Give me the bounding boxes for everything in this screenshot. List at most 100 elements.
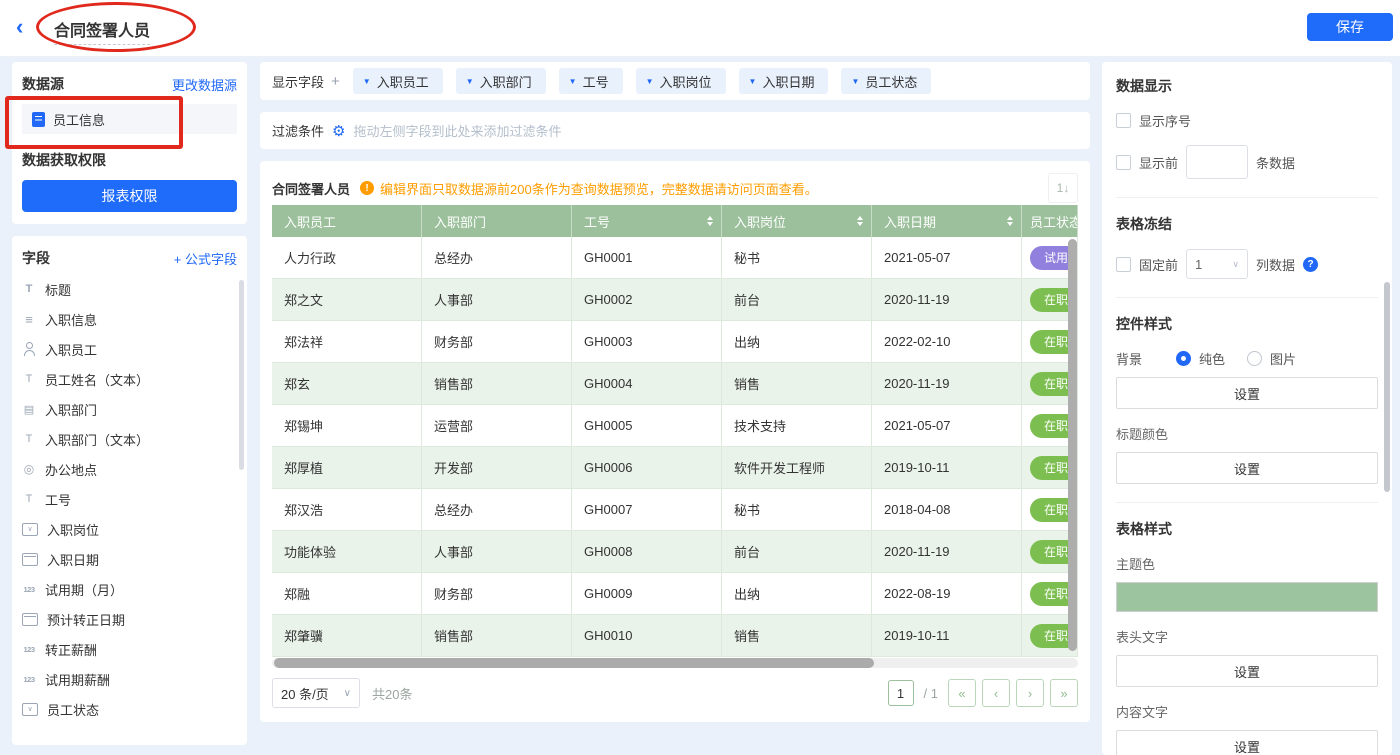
chip-label: 入职员工	[377, 72, 429, 91]
display-field-chip[interactable]: ▼工号	[559, 68, 623, 94]
field-item-onboard-date[interactable]: 入职日期	[22, 544, 237, 574]
change-datasource-link[interactable]: 更改数据源	[172, 75, 237, 94]
chevron-down-icon: ▼	[466, 77, 474, 86]
sort-order-button[interactable]: 1↓	[1048, 173, 1078, 203]
display-field-chip[interactable]: ▼入职员工	[353, 68, 443, 94]
divider	[1116, 502, 1378, 503]
freeze-checkbox[interactable]	[1116, 257, 1131, 272]
title-color-label: 标题颜色	[1116, 424, 1378, 443]
select-icon	[22, 523, 38, 536]
table-row[interactable]: 郑法祥 财务部 GH0003 出纳 2022-02-10 在职	[272, 321, 1078, 363]
table-row[interactable]: 郑融 财务部 GH0009 出纳 2022-08-19 在职	[272, 573, 1078, 615]
field-item-onboard-employee[interactable]: 入职员工	[22, 334, 237, 364]
fields-panel: 字段 + 公式字段 标题 入职信息 入职员工 员工姓名（文本） 入职部门 入职部…	[12, 236, 247, 745]
field-item-office-location[interactable]: 办公地点	[22, 454, 237, 484]
show-index-checkbox[interactable]	[1116, 113, 1131, 128]
filter-dropzone-placeholder[interactable]: 拖动左侧字段到此处来添加过滤条件	[353, 121, 561, 140]
table-row[interactable]: 郑锡坤 运营部 GH0005 技术支持 2021-05-07 在职	[272, 405, 1078, 447]
display-field-chip[interactable]: ▼入职部门	[456, 68, 546, 94]
top-count-input[interactable]	[1186, 145, 1248, 179]
display-field-chip[interactable]: ▼入职岗位	[636, 68, 726, 94]
field-item-regular-salary[interactable]: 转正薪酬	[22, 634, 237, 664]
freeze-suffix: 列数据	[1256, 255, 1295, 274]
add-formula-field-link[interactable]: + 公式字段	[174, 249, 237, 268]
table-vertical-scrollbar[interactable]	[1068, 239, 1077, 651]
chip-label: 工号	[583, 72, 609, 91]
datasource-item-employee-info[interactable]: 员工信息	[22, 104, 237, 134]
theme-color-label: 主题色	[1116, 554, 1378, 573]
page-size-select[interactable]: 20 条/页 ∨	[272, 678, 360, 708]
column-header[interactable]: 员工状态	[1022, 205, 1078, 237]
pagination-bar: 20 条/页 ∨ 共20条 1 / 1 « ‹ › »	[272, 677, 1078, 709]
background-label: 背景	[1116, 349, 1168, 368]
cell-no: GH0006	[572, 447, 722, 489]
image-radio[interactable]	[1247, 351, 1262, 366]
current-page-box[interactable]: 1	[888, 680, 914, 706]
theme-color-swatch[interactable]	[1116, 582, 1378, 612]
sort-icon[interactable]	[857, 216, 863, 226]
gear-icon[interactable]: ⚙	[332, 122, 345, 140]
content-text-set-button[interactable]: 设置	[1116, 730, 1378, 755]
field-item-expected-regular-date[interactable]: 预计转正日期	[22, 604, 237, 634]
field-item-employee-status[interactable]: 员工状态	[22, 694, 237, 724]
display-field-chip[interactable]: ▼员工状态	[841, 68, 931, 94]
solid-color-radio[interactable]	[1176, 351, 1191, 366]
fields-scrollbar[interactable]	[239, 280, 244, 470]
next-page-button[interactable]: ›	[1016, 679, 1044, 707]
freeze-count-select[interactable]: 1 ∨	[1186, 249, 1248, 279]
field-item-title[interactable]: 标题	[22, 274, 237, 304]
show-top-checkbox[interactable]	[1116, 155, 1131, 170]
field-item-job-number[interactable]: 工号	[22, 484, 237, 514]
table-row[interactable]: 郑之文 人事部 GH0002 前台 2020-11-19 在职	[272, 279, 1078, 321]
table-row[interactable]: 人力行政 总经办 GH0001 秘书 2021-05-07 试用期	[272, 237, 1078, 279]
filter-bar: 过滤条件 ⚙ 拖动左侧字段到此处来添加过滤条件	[260, 112, 1090, 149]
add-display-field-icon[interactable]: +	[331, 73, 340, 90]
cell-date: 2020-11-19	[872, 363, 1022, 405]
cell-name: 郑肇骥	[272, 615, 422, 657]
header-text-set-button[interactable]: 设置	[1116, 655, 1378, 687]
chip-label: 入职日期	[762, 72, 814, 91]
title-color-set-button[interactable]: 设置	[1116, 452, 1378, 484]
prev-page-button[interactable]: ‹	[982, 679, 1010, 707]
field-item-onboard-post[interactable]: 入职岗位	[22, 514, 237, 544]
back-icon[interactable]: ‹	[16, 13, 23, 41]
cell-dept: 总经办	[422, 489, 572, 531]
cell-dept: 人事部	[422, 279, 572, 321]
column-header[interactable]: 入职岗位	[722, 205, 872, 237]
field-item-onboard-dept-text[interactable]: 入职部门（文本）	[22, 424, 237, 454]
department-icon	[22, 402, 36, 416]
field-item-onboard-dept[interactable]: 入职部门	[22, 394, 237, 424]
background-set-button[interactable]: 设置	[1116, 377, 1378, 409]
first-page-button[interactable]: «	[948, 679, 976, 707]
field-item-trial-months[interactable]: 试用期（月）	[22, 574, 237, 604]
column-header[interactable]: 入职员工	[272, 205, 422, 237]
column-header[interactable]: 入职部门	[422, 205, 572, 237]
field-item-employee-name-text[interactable]: 员工姓名（文本）	[22, 364, 237, 394]
sort-icon[interactable]	[1007, 216, 1013, 226]
display-fields-label: 显示字段	[272, 72, 324, 91]
inspector-scrollbar[interactable]	[1384, 282, 1390, 492]
field-item-onboard-info[interactable]: 入职信息	[22, 304, 237, 334]
report-permission-button[interactable]: 报表权限	[22, 180, 237, 212]
column-header[interactable]: 工号	[572, 205, 722, 237]
text-icon	[22, 372, 36, 386]
table-row[interactable]: 郑厚植 开发部 GH0006 软件开发工程师 2019-10-11 在职	[272, 447, 1078, 489]
table-horizontal-scrollbar-track[interactable]	[272, 658, 1078, 668]
table-row[interactable]: 郑玄 销售部 GH0004 销售 2020-11-19 在职	[272, 363, 1078, 405]
field-item-trial-salary[interactable]: 试用期薪酬	[22, 664, 237, 694]
chip-label: 员工状态	[865, 72, 917, 91]
cell-name: 郑融	[272, 573, 422, 615]
table-row[interactable]: 功能体验 人事部 GH0008 前台 2020-11-19 在职	[272, 531, 1078, 573]
table-row[interactable]: 郑肇骥 销售部 GH0010 销售 2019-10-11 在职	[272, 615, 1078, 657]
save-button[interactable]: 保存	[1307, 13, 1393, 41]
display-field-chip[interactable]: ▼入职日期	[739, 68, 829, 94]
last-page-button[interactable]: »	[1050, 679, 1078, 707]
sort-icon[interactable]	[707, 216, 713, 226]
freeze-count-value: 1	[1195, 257, 1202, 272]
column-header[interactable]: 入职日期	[872, 205, 1022, 237]
cell-no: GH0001	[572, 237, 722, 279]
table-row[interactable]: 郑汉浩 总经办 GH0007 秘书 2018-04-08 在职	[272, 489, 1078, 531]
field-label: 员工状态	[47, 700, 99, 719]
table-horizontal-scrollbar-thumb[interactable]	[274, 658, 874, 668]
help-icon[interactable]: ?	[1303, 257, 1318, 272]
